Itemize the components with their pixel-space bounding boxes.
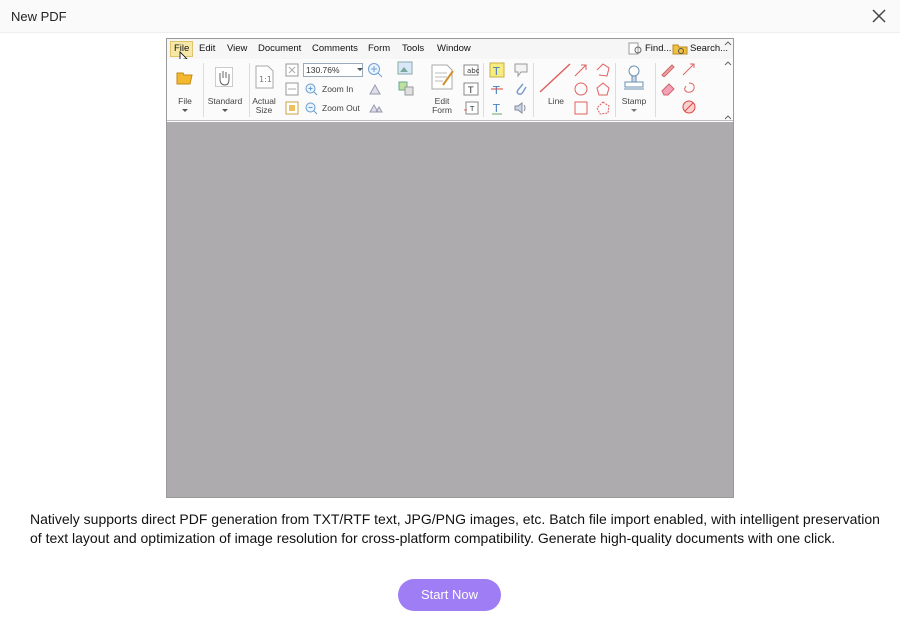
svg-text:T: T — [492, 65, 500, 78]
zoom-in-label: Zoom In — [322, 84, 354, 94]
polygon-line-icon — [596, 63, 610, 77]
tool-actual-label-2: Size — [255, 105, 273, 115]
attachment-icon — [516, 83, 527, 95]
search-folder-icon — [672, 44, 688, 55]
fit-visible-icon — [285, 101, 299, 115]
note-icon — [514, 63, 528, 78]
tool-standard-label: Standard — [207, 96, 243, 106]
zoom-in-icon — [305, 83, 318, 96]
zoom-tool-icon — [368, 63, 383, 78]
zoom-out-label: Zoom Out — [322, 103, 360, 113]
strikeout-text-icon: T — [491, 84, 503, 97]
tool-stamp-label: Stamp — [621, 96, 647, 106]
lasso-icon — [684, 82, 695, 93]
callout-icon: T — [464, 101, 479, 115]
menu-view: View — [227, 43, 248, 54]
add-page-icon — [398, 81, 414, 96]
tool-file-label: File — [178, 96, 192, 106]
text-field-icon: abc — [463, 64, 479, 76]
mountain-icon — [369, 83, 381, 95]
window-title: New PDF — [11, 9, 67, 24]
line-tool-icon — [539, 63, 571, 93]
stamp-icon — [624, 65, 644, 90]
preview-screenshot: File Edit View Document Comments Form To… — [166, 38, 734, 498]
actual-size-icon: 1:1 — [255, 65, 274, 89]
menu-comments: Comments — [312, 43, 358, 54]
oval-tool-icon — [574, 82, 588, 96]
menu-document: Document — [258, 43, 302, 54]
sound-icon — [514, 102, 526, 114]
pencil-tool-icon — [661, 64, 675, 77]
tool-line-label: Line — [547, 96, 565, 106]
feature-description: Natively supports direct PDF generation … — [30, 511, 880, 546]
fit-page-icon — [285, 63, 299, 77]
ribbon-separator — [655, 63, 656, 117]
menu-tools: Tools — [402, 43, 425, 54]
folder-icon — [176, 72, 193, 85]
svg-text:abc: abc — [467, 67, 479, 75]
title-bar: New PDF — [0, 0, 900, 33]
search-label: Search... — [690, 43, 729, 54]
start-now-button[interactable]: Start Now — [398, 579, 501, 611]
svg-text:T: T — [467, 86, 474, 96]
svg-text:T: T — [492, 84, 500, 97]
edit-form-icon — [431, 64, 454, 90]
dropdown-arrow-icon — [222, 109, 228, 112]
document-canvas — [167, 122, 733, 497]
text-box-icon: T — [463, 82, 479, 96]
mountain-small-icon — [369, 103, 383, 113]
eraser-icon — [661, 83, 675, 96]
svg-text:T: T — [469, 105, 475, 113]
dropdown-arrow-icon — [357, 68, 363, 71]
collapse-icon — [724, 61, 732, 66]
svg-text:T: T — [492, 102, 500, 115]
dropdown-arrow-icon — [631, 109, 637, 112]
underline-text-icon: T — [492, 102, 502, 115]
menu-edit: Edit — [199, 43, 216, 54]
ribbon-separator — [483, 63, 484, 117]
image-tool-icon — [397, 61, 413, 75]
dropdown-arrow-icon — [182, 109, 188, 112]
pencil-arrow-icon — [682, 63, 695, 76]
fit-width-icon — [285, 82, 299, 96]
ribbon-separator — [615, 63, 616, 117]
svg-text:1:1: 1:1 — [259, 75, 272, 84]
close-icon[interactable] — [870, 7, 888, 25]
collapse-icon — [724, 115, 732, 120]
preview-ribbon: File Standard 1:1 Actual Size 130.76% Zo… — [167, 59, 733, 121]
tool-edit-label-2: Form — [432, 105, 452, 115]
preview-menubar: File Edit View Document Comments Form To… — [167, 39, 733, 65]
polygon-tool-icon — [596, 82, 610, 96]
menu-form: Form — [368, 43, 391, 54]
no-entry-icon — [682, 100, 696, 114]
ribbon-separator — [203, 63, 204, 117]
cloud-tool-icon — [596, 101, 610, 115]
find-label: Find... — [645, 43, 672, 54]
rectangle-tool-icon — [574, 101, 588, 115]
find-icon — [628, 42, 642, 55]
zoom-combobox: 130.76% — [303, 63, 363, 77]
arrow-tool-icon — [574, 64, 587, 77]
highlight-text-icon: T — [489, 62, 505, 78]
hand-icon — [215, 67, 233, 87]
zoom-out-icon — [305, 102, 318, 115]
collapse-icon — [724, 41, 732, 46]
ribbon-separator — [533, 63, 534, 117]
menu-window: Window — [437, 43, 471, 54]
